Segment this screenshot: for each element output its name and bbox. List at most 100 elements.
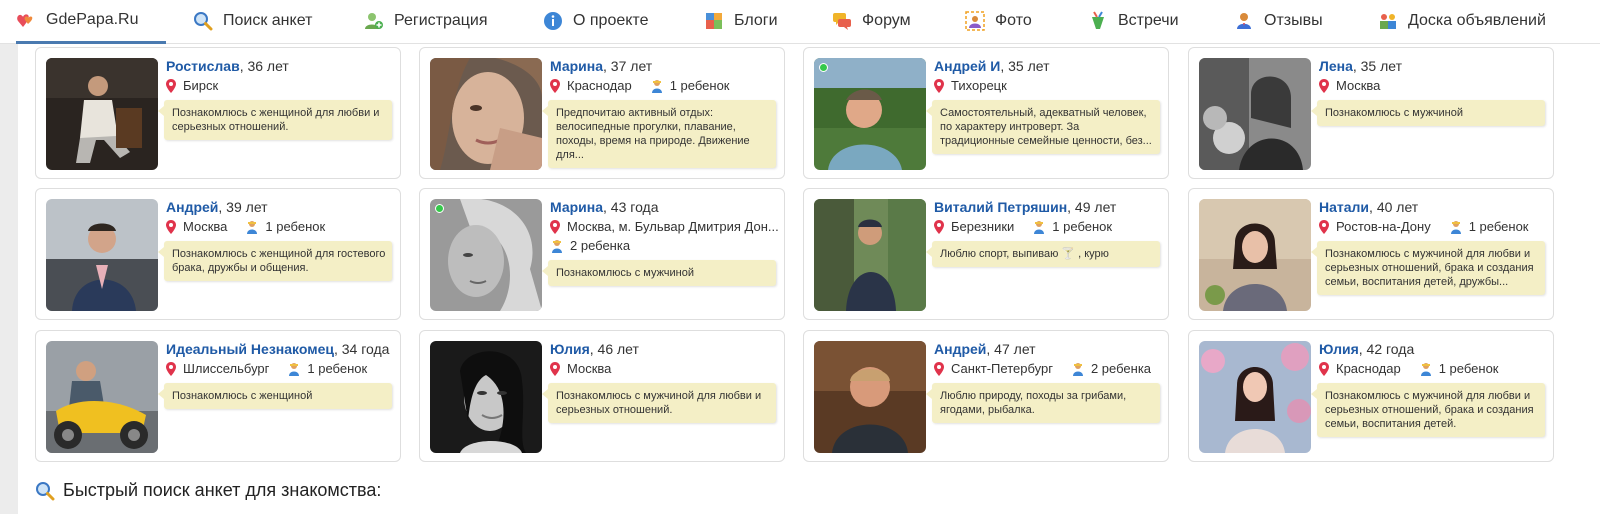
profile-photo[interactable] (1199, 58, 1311, 170)
profile-city: Краснодар (567, 78, 632, 93)
nav-label: О проекте (573, 12, 649, 29)
profile-kids: 1 ребенок (669, 78, 730, 93)
profile-card[interactable]: Марина, 43 года Москва, м. Бульвар Дмитр… (419, 188, 785, 320)
add-user-icon (365, 13, 383, 29)
profile-info: Марина, 37 лет Краснодар 1 ребенок Предп… (542, 58, 778, 168)
profile-name-link[interactable]: Идеальный Незнакомец (166, 341, 334, 357)
nav-item-board[interactable]: Доска объявлений (1378, 0, 1546, 42)
profile-name-link[interactable]: Юлия (550, 341, 590, 357)
nav-label: Поиск анкет (223, 12, 313, 29)
child-icon (1072, 362, 1083, 376)
nav-label: Регистрация (394, 12, 488, 29)
profile-info: Виталий Петряшин, 49 лет Березники 1 реб… (926, 199, 1162, 267)
profile-photo[interactable] (430, 199, 542, 311)
profile-photo[interactable] (430, 341, 542, 453)
nav-label: Фото (995, 12, 1032, 29)
profile-location: Москва (1319, 77, 1547, 94)
profile-photo[interactable] (814, 199, 926, 311)
profile-location: Краснодар 1 ребенок (550, 77, 778, 94)
nav-item-photo[interactable]: Фото (965, 0, 1032, 42)
profile-card[interactable]: Марина, 37 лет Краснодар 1 ребенок Предп… (419, 47, 785, 179)
profile-city: Шлиссельбург (183, 361, 270, 376)
search-icon (36, 481, 55, 500)
profile-card[interactable]: Андрей, 39 лет Москва 1 ребенок Познаком… (35, 188, 401, 320)
profile-kids: 2 ребенка (570, 238, 631, 253)
profile-city: Тихорецк (951, 78, 1007, 93)
profile-age: , 34 года (333, 341, 390, 357)
location-pin-icon (1319, 361, 1329, 376)
nav-item-reviews[interactable]: Отзывы (1234, 0, 1323, 42)
nav-item-home[interactable]: GdePapa.Ru (16, 0, 166, 44)
nav-item-blogs[interactable]: Блоги (704, 0, 778, 42)
nav-item-forum[interactable]: Форум (832, 0, 911, 42)
profile-card[interactable]: Ростислав, 36 лет Бирск Познакомлюсь с ж… (35, 47, 401, 179)
nav-label: Блоги (734, 12, 778, 29)
profile-name-link[interactable]: Натали (1319, 199, 1369, 215)
profile-city: Ростов-на-Дону (1336, 219, 1431, 234)
profile-age: , 43 года (603, 199, 659, 215)
profile-photo[interactable] (814, 58, 926, 170)
profile-info: Идеальный Незнакомец, 34 года Шлиссельбу… (158, 341, 394, 409)
profile-photo[interactable] (814, 341, 926, 453)
profile-name-link[interactable]: Юлия (1319, 341, 1359, 357)
profile-bio: Познакомлюсь с женщиной для любви и серь… (158, 100, 392, 140)
profile-card[interactable]: Лена, 35 лет Москва Познакомлюсь с мужчи… (1188, 47, 1554, 179)
profile-bio: Люблю природу, походы за грибами, ягодам… (926, 383, 1160, 423)
profile-photo[interactable] (46, 341, 158, 453)
profile-photo[interactable] (1199, 341, 1311, 453)
profile-kids: 1 ребенок (265, 219, 326, 234)
profile-city: Москва (567, 361, 612, 376)
profile-photo[interactable] (1199, 199, 1311, 311)
profile-name-link[interactable]: Виталий Петряшин (934, 199, 1067, 215)
child-icon (1450, 220, 1461, 234)
profile-city: Москва, м. Бульвар Дмитрия Дон... (567, 219, 779, 234)
profile-card[interactable]: Андрей И, 35 лет Тихорецк Самостоятельны… (803, 47, 1169, 179)
child-icon (1034, 220, 1045, 234)
profile-info: Андрей И, 35 лет Тихорецк Самостоятельны… (926, 58, 1162, 154)
top-navigation: GdePapa.Ru Поиск анкет Регистрация О про… (0, 0, 1600, 44)
child-icon (651, 79, 662, 93)
profile-info: Юлия, 42 года Краснодар 1 ребенок Познак… (1311, 341, 1547, 437)
location-pin-icon (1319, 78, 1329, 93)
blog-icon (706, 13, 722, 29)
profile-location: Санкт-Петербург 2 ребенка (934, 360, 1162, 377)
profile-info: Марина, 43 года Москва, м. Бульвар Дмитр… (542, 199, 779, 286)
location-pin-icon (550, 361, 560, 376)
profile-card[interactable]: Андрей, 47 лет Санкт-Петербург 2 ребенка… (803, 330, 1169, 462)
profile-city: Березники (951, 219, 1015, 234)
profile-photo[interactable] (46, 58, 158, 170)
profile-location: Бирск (166, 77, 394, 94)
location-pin-icon (934, 78, 944, 93)
nav-label: Форум (862, 12, 911, 29)
nav-item-meetings[interactable]: Встречи (1088, 0, 1179, 42)
profile-info: Ростислав, 36 лет Бирск Познакомлюсь с ж… (158, 58, 394, 140)
profile-name-link[interactable]: Лена (1319, 58, 1353, 74)
profile-name-link[interactable]: Андрей (166, 199, 218, 215)
forum-icon (833, 13, 851, 30)
photo-icon (965, 11, 985, 31)
profile-name-link[interactable]: Марина (550, 58, 603, 74)
profile-name-link[interactable]: Андрей (934, 341, 986, 357)
profile-photo[interactable] (430, 58, 542, 170)
profile-card[interactable]: Идеальный Незнакомец, 34 года Шлиссельбу… (35, 330, 401, 462)
search-icon (194, 12, 213, 31)
nav-item-registration[interactable]: Регистрация (364, 0, 488, 42)
profile-card[interactable]: Юлия, 46 лет Москва Познакомлюсь с мужчи… (419, 330, 785, 462)
nav-item-search[interactable]: Поиск анкет (193, 0, 312, 42)
profile-city: Москва (183, 219, 228, 234)
profile-children: 2 ребенка (550, 237, 778, 254)
profile-name-link[interactable]: Ростислав (166, 58, 240, 74)
nav-item-about[interactable]: О проекте (543, 0, 648, 42)
profile-age: , 46 лет (589, 341, 639, 357)
profile-card[interactable]: Виталий Петряшин, 49 лет Березники 1 реб… (803, 188, 1169, 320)
profile-photo[interactable] (46, 199, 158, 311)
profile-city: Москва (1336, 78, 1381, 93)
profile-card[interactable]: Натали, 40 лет Ростов-на-Дону 1 ребенок … (1188, 188, 1554, 320)
profile-card[interactable]: Юлия, 42 года Краснодар 1 ребенок Познак… (1188, 330, 1554, 462)
profile-bio: Люблю спорт, выпиваю 🍸 , курю (926, 241, 1160, 267)
profile-name-link[interactable]: Марина (550, 199, 603, 215)
profile-kids: 2 ребенка (1090, 361, 1152, 376)
profile-name-link[interactable]: Андрей И (934, 58, 1000, 74)
profile-city: Бирск (183, 78, 219, 93)
profile-age: , 36 лет (239, 58, 289, 74)
